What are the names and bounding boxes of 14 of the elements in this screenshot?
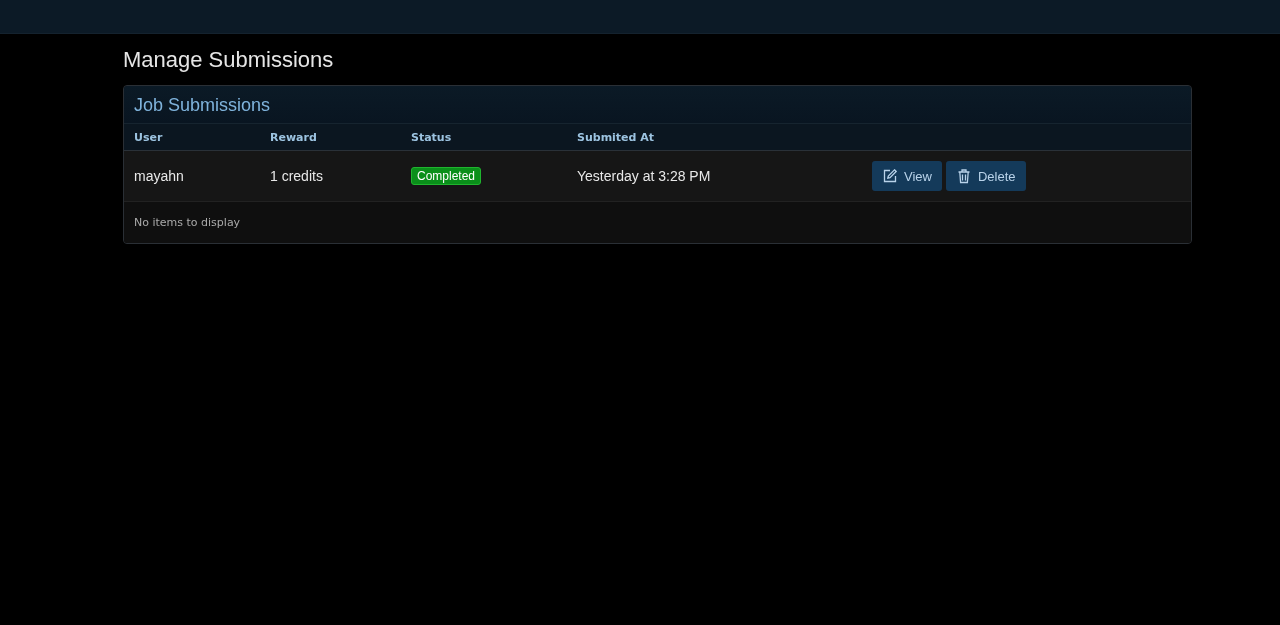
column-header: Submited At — [577, 130, 656, 144]
delete-button[interactable]: Delete — [945, 161, 1026, 191]
page-title: Manage Submissions — [123, 47, 335, 73]
column-header: Status — [411, 130, 453, 144]
column-header: User — [134, 130, 164, 144]
submitted-at-cell-text: Yesterday at 3:28 PM — [577, 168, 712, 184]
card-title: Job Submissions — [134, 95, 271, 115]
view-button[interactable]: View — [872, 161, 942, 191]
user-cell-text: mayahn — [134, 168, 185, 184]
empty-message: No items to display — [134, 216, 241, 229]
status-badge: Completed — [411, 167, 482, 185]
reward-cell-text: 1 credits — [270, 168, 324, 184]
column-header: Reward — [270, 130, 318, 144]
edit-icon — [882, 168, 898, 184]
